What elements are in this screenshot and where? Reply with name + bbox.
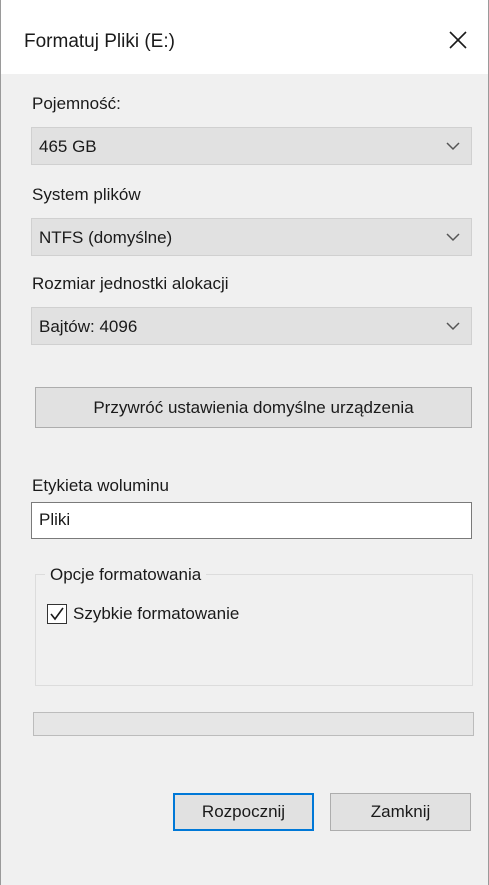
close-button[interactable]: Zamknij [330,793,471,831]
allocation-unit-label: Rozmiar jednostki alokacji [32,274,229,293]
volume-label-label: Etykieta woluminu [32,476,170,495]
file-system-value: NTFS (domyślne) [39,228,173,247]
chevron-down-icon [446,322,460,331]
quick-format-checkbox[interactable] [47,604,67,624]
capacity-dropdown[interactable]: 465 GB [31,127,472,165]
format-progress-bar [33,712,474,736]
allocation-unit-dropdown[interactable]: Bajtów: 4096 [31,307,472,345]
volume-label-value: Pliki [39,510,71,529]
capacity-value: 465 GB [39,137,97,156]
close-icon [449,31,467,49]
close-window-button[interactable] [438,20,478,60]
capacity-label: Pojemność: [32,94,121,113]
quick-format-option[interactable]: Szybkie formatowanie [47,604,239,624]
format-dialog: Formatuj Pliki (E:) Pojemność: 465 GB Sy… [0,0,489,885]
volume-label-input[interactable]: Pliki [31,502,472,539]
file-system-label: System plików [32,185,141,204]
checkmark-icon [50,607,64,621]
start-button[interactable]: Rozpocznij [173,793,314,831]
chevron-down-icon [446,233,460,242]
quick-format-label: Szybkie formatowanie [73,604,240,623]
file-system-dropdown[interactable]: NTFS (domyślne) [31,218,472,256]
chevron-down-icon [446,142,460,151]
restore-defaults-button[interactable]: Przywróć ustawienia domyślne urządzenia [35,387,472,428]
format-options-group [35,574,473,686]
format-options-legend: Opcje formatowania [45,564,207,586]
window-title: Formatuj Pliki (E:) [24,31,175,52]
allocation-unit-value: Bajtów: 4096 [39,317,138,336]
title-bar: Formatuj Pliki (E:) [1,0,488,74]
